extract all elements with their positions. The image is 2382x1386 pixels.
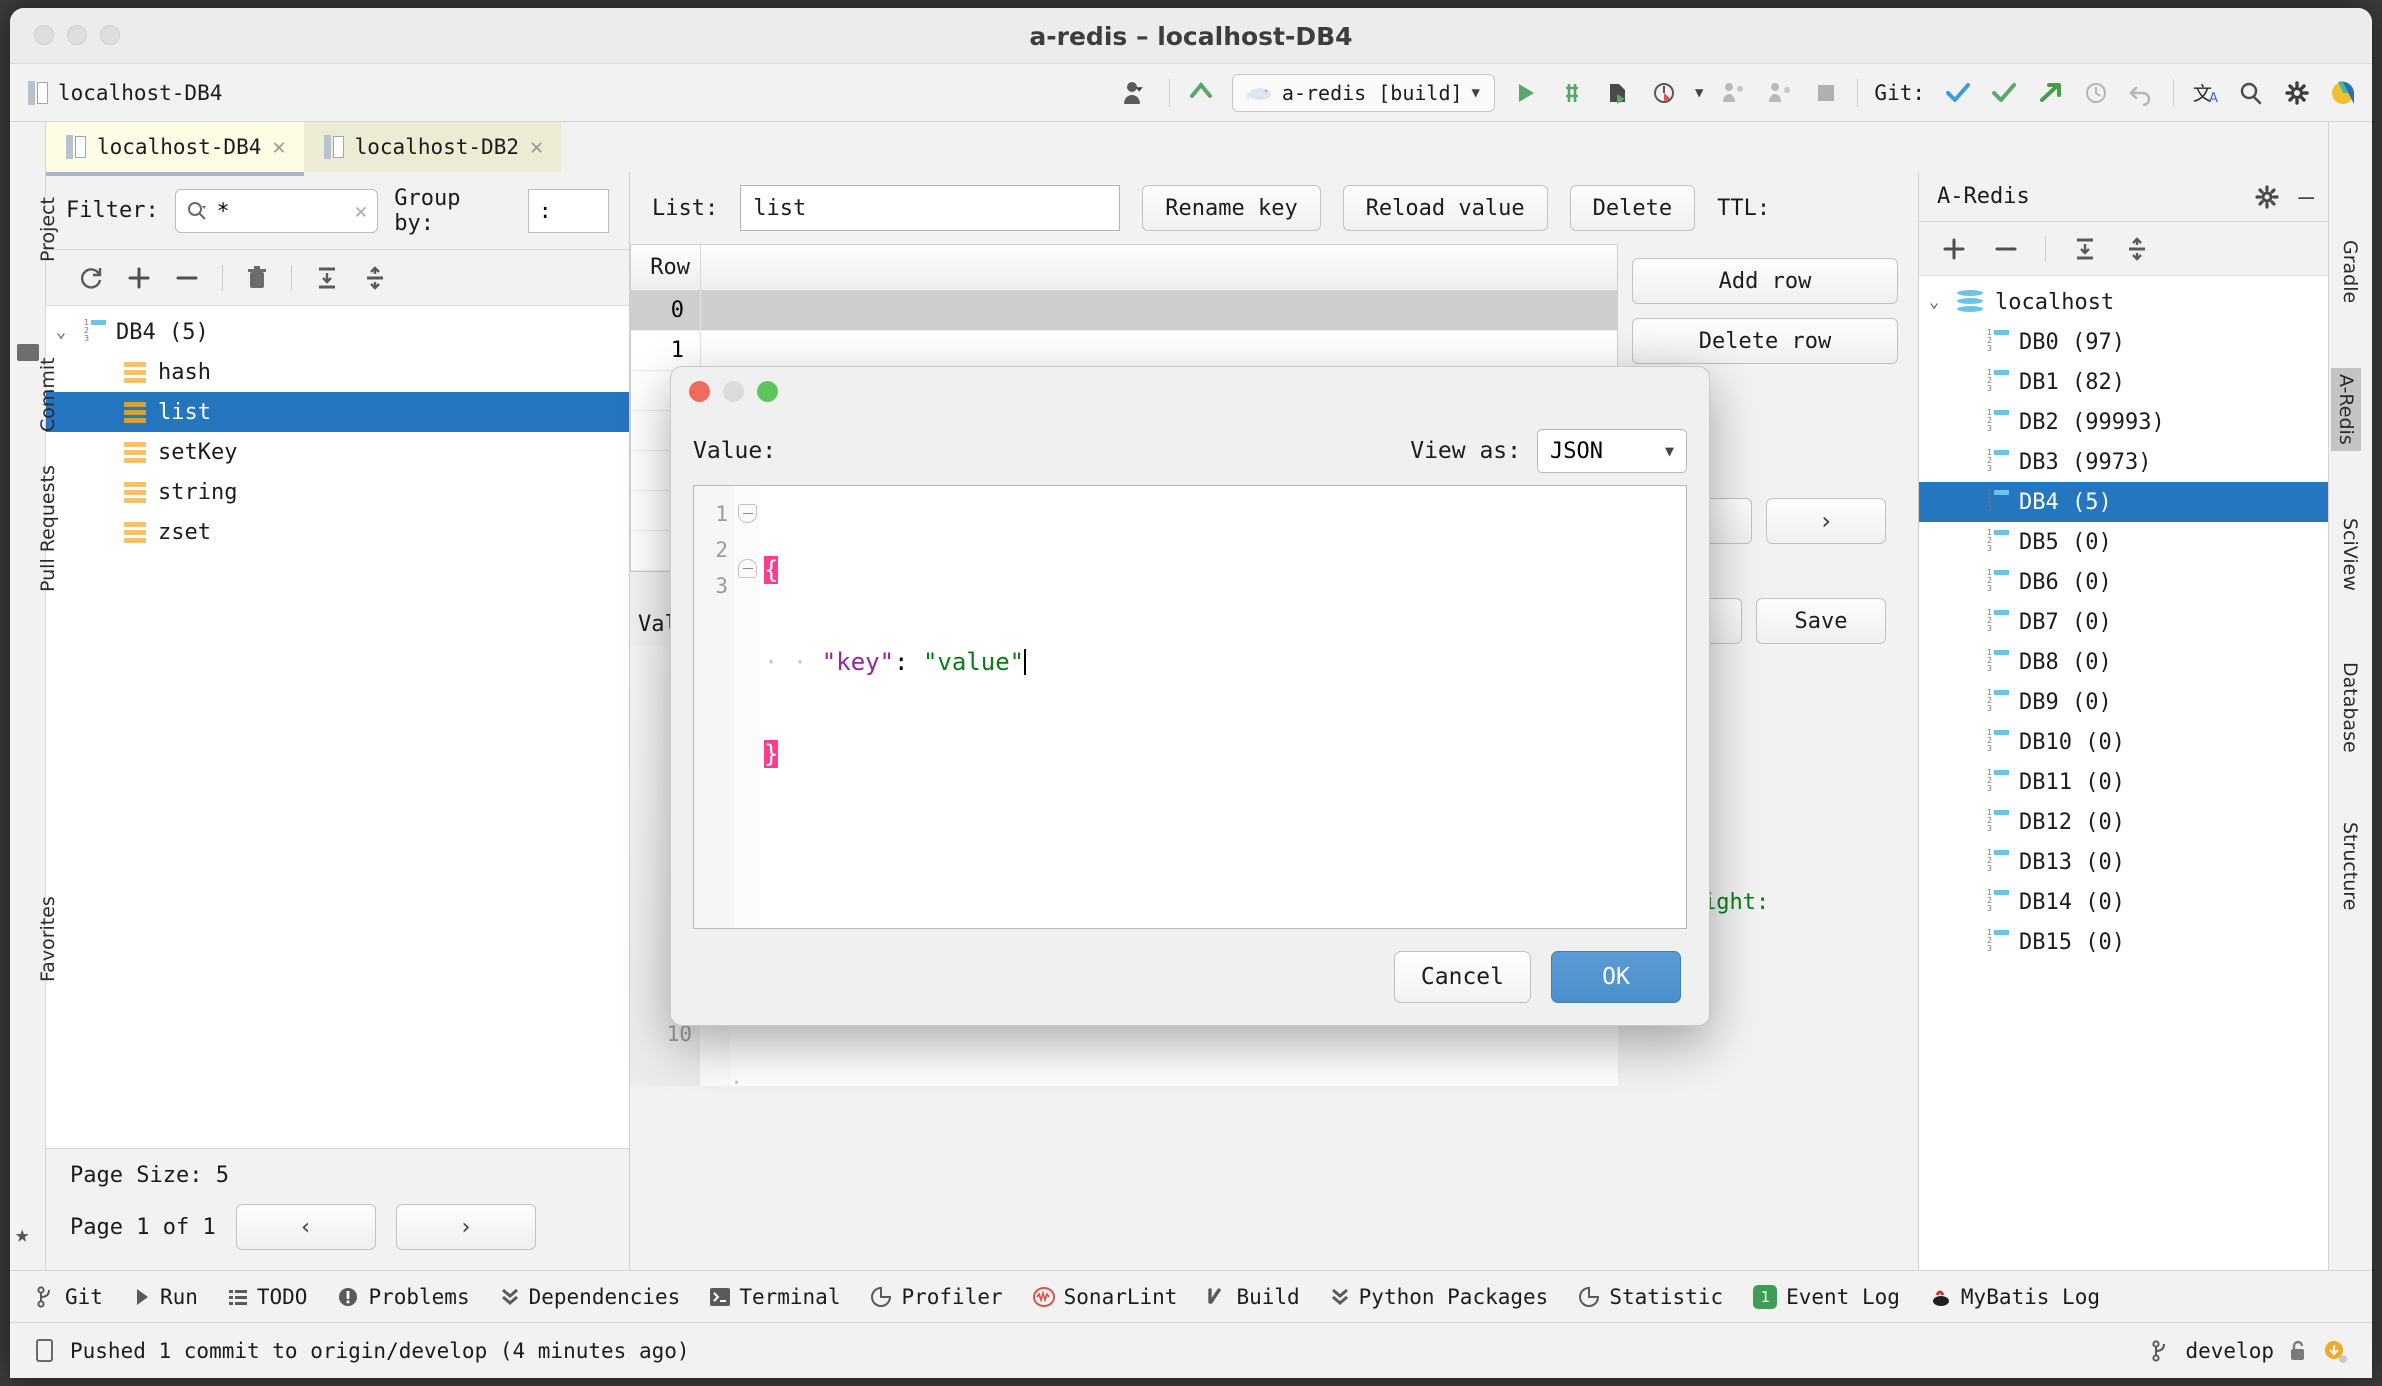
- dialog-gutter: 1 2 3: [694, 486, 734, 928]
- dialog-title-bar: [671, 367, 1709, 417]
- modal-overlay: Value: View as: JSON ▼ 1 2 3: [10, 8, 2372, 1378]
- dialog-code-lines: { · · "key": "value" }: [760, 486, 1686, 928]
- dialog-zoom-button[interactable]: [757, 381, 778, 402]
- view-as-select[interactable]: JSON ▼: [1537, 429, 1687, 473]
- json-line-1: {: [764, 552, 1686, 588]
- json-close-brace: }: [764, 740, 778, 768]
- json-line-2: · · "key": "value": [764, 644, 1686, 680]
- json-value: "value": [923, 648, 1024, 676]
- line-number: 2: [694, 532, 728, 568]
- line-number: 1: [694, 496, 728, 532]
- dialog-view-as-label: View as:: [1410, 438, 1521, 464]
- line-number: 3: [694, 568, 728, 604]
- fold-icon[interactable]: [738, 504, 757, 523]
- dialog-footer: Cancel OK: [671, 929, 1709, 1025]
- chevron-down-icon: ▼: [1665, 442, 1674, 460]
- dialog-close-button[interactable]: [689, 381, 710, 402]
- dialog-fold-column[interactable]: [734, 486, 760, 928]
- text-caret: [1024, 649, 1026, 675]
- dialog-minimize-button[interactable]: [723, 381, 744, 402]
- app-window: a-redis – localhost-DB4 localhost-DB4 a-…: [10, 8, 2372, 1378]
- dialog-traffic-lights: [689, 381, 778, 402]
- json-key: "key": [822, 648, 894, 676]
- json-open-brace: {: [764, 556, 778, 584]
- edit-value-dialog: Value: View as: JSON ▼ 1 2 3: [670, 366, 1710, 1026]
- view-as-value: JSON: [1550, 439, 1603, 464]
- dialog-value-label: Value:: [693, 438, 776, 464]
- ok-button[interactable]: OK: [1551, 951, 1681, 1003]
- dialog-json-editor[interactable]: 1 2 3 { · · "key": "value" }: [693, 485, 1687, 929]
- dialog-header-row: Value: View as: JSON ▼: [671, 417, 1709, 485]
- indent-dots: · ·: [764, 648, 822, 676]
- json-line-3: }: [764, 736, 1686, 772]
- cancel-button[interactable]: Cancel: [1394, 951, 1531, 1003]
- json-colon: :: [894, 648, 923, 676]
- fold-icon[interactable]: [738, 559, 757, 578]
